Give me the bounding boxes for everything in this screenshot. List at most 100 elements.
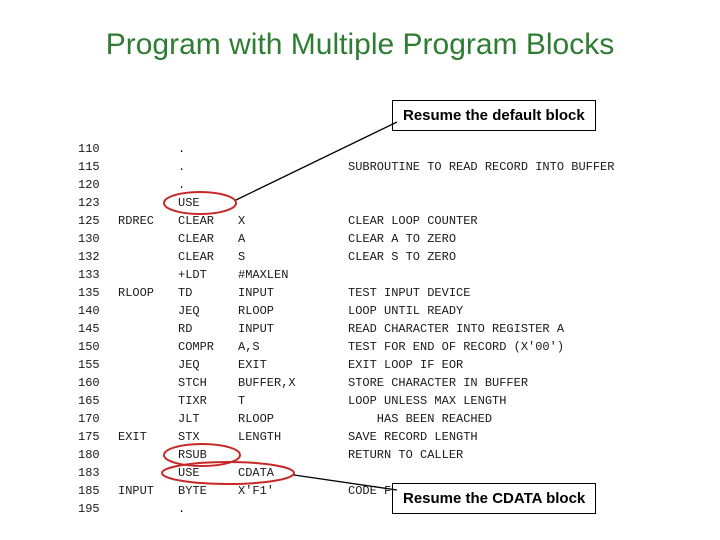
line-number: 145 (78, 320, 118, 338)
line-number: 133 (78, 266, 118, 284)
label (118, 248, 178, 266)
operand: BUFFER,X (238, 374, 348, 392)
operand (238, 194, 348, 212)
comment (348, 464, 614, 482)
comment: HAS BEEN REACHED (348, 410, 614, 428)
label (118, 392, 178, 410)
line-number: 150 (78, 338, 118, 356)
label (118, 410, 178, 428)
label (118, 302, 178, 320)
code-line: 183USECDATA (78, 464, 614, 482)
operand (238, 158, 348, 176)
line-number: 175 (78, 428, 118, 446)
label: RLOOP (118, 284, 178, 302)
operand (238, 176, 348, 194)
operand: RLOOP (238, 410, 348, 428)
operand: A,S (238, 338, 348, 356)
label: EXIT (118, 428, 178, 446)
operand: T (238, 392, 348, 410)
operand: LENGTH (238, 428, 348, 446)
comment (348, 266, 614, 284)
code-line: 150COMPRA,STEST FOR END OF RECORD (X'00'… (78, 338, 614, 356)
label: INPUT (118, 482, 178, 500)
operand: X'F1' (238, 482, 348, 500)
label (118, 356, 178, 374)
comment (348, 176, 614, 194)
code-line: 180RSUBRETURN TO CALLER (78, 446, 614, 464)
code-line: 130 CLEARACLEAR A TO ZERO (78, 230, 614, 248)
operand: A (238, 230, 348, 248)
operand: RLOOP (238, 302, 348, 320)
label (118, 500, 178, 518)
operand (238, 446, 348, 464)
label (118, 320, 178, 338)
line-number: 183 (78, 464, 118, 482)
comment: TEST FOR END OF RECORD (X'00') (348, 338, 614, 356)
label (118, 158, 178, 176)
page-title: Program with Multiple Program Blocks (0, 28, 720, 62)
code-line: 170 JLTRLOOP HAS BEEN REACHED (78, 410, 614, 428)
comment: STORE CHARACTER IN BUFFER (348, 374, 614, 392)
line-number: 130 (78, 230, 118, 248)
opcode: CLEAR (178, 248, 238, 266)
line-number: 132 (78, 248, 118, 266)
comment: LOOP UNTIL READY (348, 302, 614, 320)
opcode: RD (178, 320, 238, 338)
label (118, 266, 178, 284)
line-number: 115 (78, 158, 118, 176)
slide: Program with Multiple Program Blocks Res… (0, 0, 720, 540)
code-listing: 110.115.SUBROUTINE TO READ RECORD INTO B… (78, 140, 614, 518)
code-line: 110. (78, 140, 614, 158)
opcode: USE (178, 464, 238, 482)
label (118, 194, 178, 212)
label (118, 338, 178, 356)
comment (348, 140, 614, 158)
opcode: CLEAR (178, 230, 238, 248)
label (118, 446, 178, 464)
opcode: BYTE (178, 482, 238, 500)
opcode: RSUB (178, 446, 238, 464)
code-line: 135RLOOPTDINPUTTEST INPUT DEVICE (78, 284, 614, 302)
comment: LOOP UNLESS MAX LENGTH (348, 392, 614, 410)
line-number: 155 (78, 356, 118, 374)
code-line: 132CLEARSCLEAR S TO ZERO (78, 248, 614, 266)
callout-label: Resume the default block (403, 107, 585, 124)
opcode: . (178, 500, 238, 518)
operand (238, 140, 348, 158)
opcode: +LDT (178, 266, 238, 284)
comment: CLEAR LOOP COUNTER (348, 212, 614, 230)
line-number: 140 (78, 302, 118, 320)
opcode: JLT (178, 410, 238, 428)
label (118, 464, 178, 482)
opcode: . (178, 176, 238, 194)
comment: CLEAR S TO ZERO (348, 248, 614, 266)
line-number: 180 (78, 446, 118, 464)
operand: INPUT (238, 320, 348, 338)
opcode: JEQ (178, 356, 238, 374)
line-number: 195 (78, 500, 118, 518)
label (118, 140, 178, 158)
line-number: 120 (78, 176, 118, 194)
label: RDREC (118, 212, 178, 230)
opcode: . (178, 158, 238, 176)
opcode: JEQ (178, 302, 238, 320)
label (118, 230, 178, 248)
opcode: CLEAR (178, 212, 238, 230)
opcode: . (178, 140, 238, 158)
opcode: STX (178, 428, 238, 446)
line-number: 170 (78, 410, 118, 428)
callout-cdata-block: Resume the CDATA block (392, 483, 596, 514)
line-number: 185 (78, 482, 118, 500)
code-line: 160STCHBUFFER,XSTORE CHARACTER IN BUFFER (78, 374, 614, 392)
operand: INPUT (238, 284, 348, 302)
opcode: USE (178, 194, 238, 212)
comment: SAVE RECORD LENGTH (348, 428, 614, 446)
opcode: TIXR (178, 392, 238, 410)
line-number: 125 (78, 212, 118, 230)
comment: CLEAR A TO ZERO (348, 230, 614, 248)
comment: EXIT LOOP IF EOR (348, 356, 614, 374)
code-line: 133+LDT#MAXLEN (78, 266, 614, 284)
line-number: 165 (78, 392, 118, 410)
code-line: 165 TIXRTLOOP UNLESS MAX LENGTH (78, 392, 614, 410)
callout-default-block: Resume the default block (392, 100, 596, 131)
